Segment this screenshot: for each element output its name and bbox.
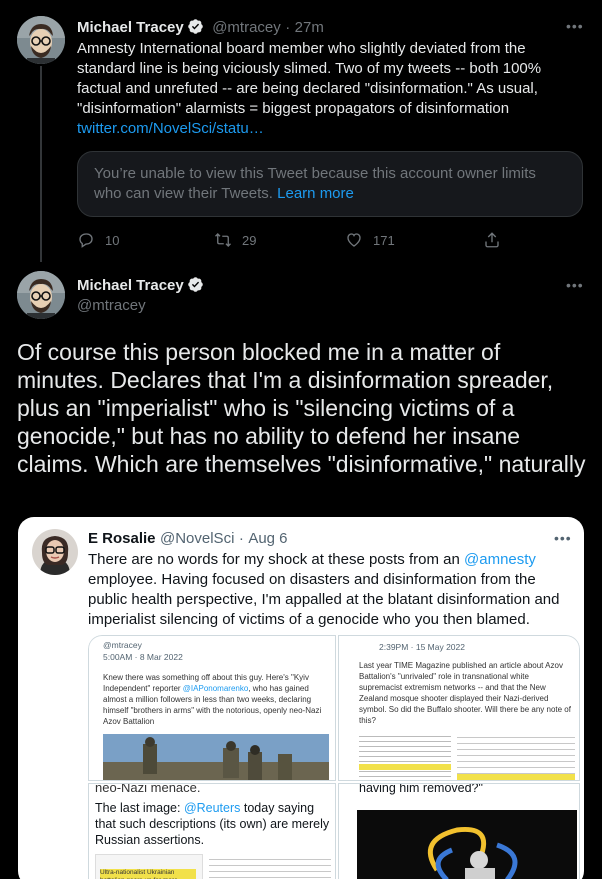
verified-badge-icon — [187, 277, 203, 292]
like-button[interactable]: 171 — [345, 231, 395, 249]
highlight-bar — [457, 774, 575, 780]
tweet-body: Amnesty International board member who s… — [77, 40, 542, 117]
screenshot-card-4[interactable]: having him removed?" — [338, 783, 580, 879]
soldiers-photo — [103, 734, 329, 780]
quoted-author-handle[interactable]: @NovelSci — [160, 530, 234, 547]
card-date: 5:00AM · 8 Mar 2022 — [103, 652, 183, 662]
retweet-count: 29 — [242, 232, 257, 248]
article-snippet-left — [359, 732, 451, 780]
separator-dot: · — [285, 19, 291, 36]
quoted-text-part: employee. Having focused on disasters an… — [88, 571, 560, 628]
tweet-header: Michael Tracey @mtracey · 27m — [77, 18, 324, 37]
avatar-image — [17, 16, 65, 64]
screenshot-card-1[interactable]: @mtracey 5:00AM · 8 Mar 2022 Knew there … — [88, 635, 336, 781]
more-options-icon[interactable]: ••• — [554, 530, 572, 546]
screenshot-card-2[interactable]: 2:39PM · 15 May 2022 Last year TIME Maga… — [338, 635, 580, 781]
quoted-header: E Rosalie @NovelSci · Aug 6 — [88, 530, 288, 548]
card-mention: @IAPonomarenko — [182, 684, 249, 693]
avatar[interactable] — [32, 529, 78, 575]
learn-more-link[interactable]: Learn more — [277, 185, 354, 202]
quoted-author-name[interactable]: E Rosalie — [88, 530, 156, 547]
tweet-header: Michael Tracey — [77, 276, 204, 295]
avatar[interactable] — [17, 271, 65, 319]
highlighted-headline: Ultra-nationalist Ukrainian battalion ge… — [100, 869, 196, 879]
media-grid[interactable]: @mtracey 5:00AM · 8 Mar 2022 Knew there … — [88, 635, 580, 879]
reply-count: 10 — [105, 232, 120, 248]
quoted-text-part: There are no words for my shock at these… — [88, 551, 464, 568]
highlight-bar — [359, 764, 451, 770]
author-name[interactable]: Michael Tracey — [77, 277, 184, 294]
share-icon — [485, 232, 499, 248]
card-date: 2:39PM · 15 May 2022 — [379, 642, 465, 652]
avatar-image — [32, 529, 78, 575]
retweet-button[interactable]: 29 — [214, 231, 256, 249]
like-count: 171 — [373, 232, 395, 248]
reuters-snippet: Ultra-nationalist Ukrainian battalion ge… — [95, 854, 203, 879]
card-text-part: The last image: — [95, 801, 184, 815]
screenshot-card-3[interactable]: neo-Nazi menace. The last image: @Reuter… — [88, 783, 336, 879]
card-text: Knew there was something off about this … — [103, 672, 328, 727]
article-snippet-right — [457, 732, 575, 780]
tweet-actions: 10 29 171 — [77, 230, 507, 250]
verified-badge-icon — [187, 19, 203, 34]
card-top-text: neo-Nazi menace. — [95, 783, 201, 795]
tweet-text: Of course this person blocked me in a ma… — [17, 339, 586, 477]
author-name[interactable]: Michael Tracey — [77, 19, 184, 36]
card-text: Last year TIME Magazine published an art… — [359, 661, 571, 725]
tweet-link[interactable]: twitter.com/NovelSci/statu… — [77, 120, 264, 137]
unavailable-tweet-notice: You’re unable to view this Tweet because… — [77, 151, 583, 217]
tweet-time[interactable]: 27m — [295, 19, 324, 36]
card-text: The last image: @Reuters today saying th… — [95, 800, 331, 848]
card-handle: @mtracey — [103, 640, 142, 650]
more-options-icon[interactable]: ••• — [566, 277, 584, 293]
share-button[interactable] — [483, 231, 501, 249]
quoted-tweet[interactable]: E Rosalie @NovelSci · Aug 6 ••• There ar… — [18, 517, 584, 879]
author-handle[interactable]: @mtracey — [77, 297, 146, 314]
author-handle[interactable]: @mtracey — [212, 19, 281, 36]
mention-amnesty[interactable]: @amnesty — [464, 551, 536, 568]
card-top-text: having him removed?" — [359, 783, 483, 795]
card-mention: @Reuters — [183, 801, 241, 815]
reply-icon — [79, 233, 93, 248]
thread-line — [40, 66, 42, 262]
illustration-image — [357, 810, 577, 879]
quoted-text: There are no words for my shock at these… — [88, 550, 568, 630]
tweet-text: Amnesty International board member who s… — [77, 39, 577, 139]
quoted-date[interactable]: Aug 6 — [248, 530, 287, 547]
more-options-icon[interactable]: ••• — [566, 18, 584, 34]
separator-dot: · — [238, 530, 244, 547]
avatar-image — [17, 271, 65, 319]
article-snippet — [209, 854, 331, 879]
reply-button[interactable]: 10 — [77, 231, 119, 249]
retweet-icon — [215, 233, 231, 247]
heart-icon — [347, 233, 361, 247]
avatar[interactable] — [17, 16, 65, 64]
